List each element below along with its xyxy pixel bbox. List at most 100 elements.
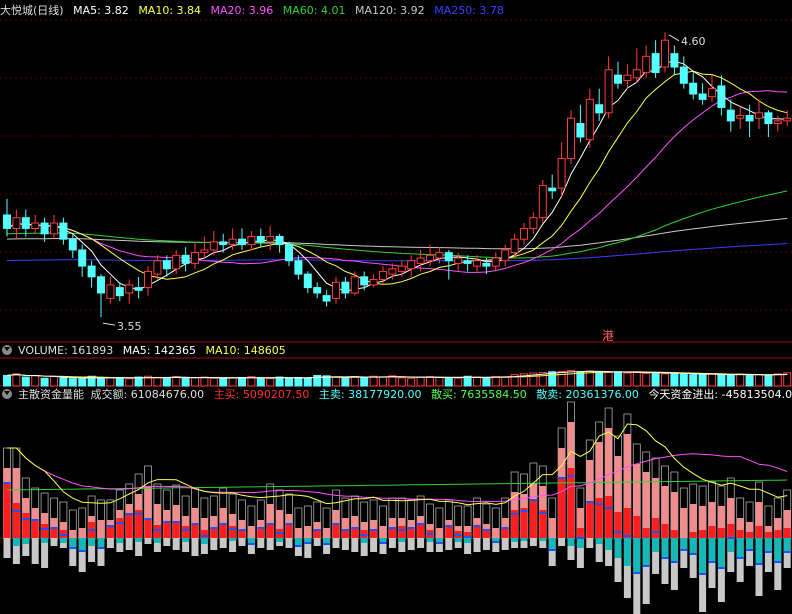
retail-sell-bar: [473, 538, 481, 552]
candle-body: [21, 217, 30, 229]
main-sell-bar: [736, 538, 744, 558]
main-sell-bar: [41, 538, 49, 543]
main-buy-bar: [652, 518, 660, 538]
net-flow-tick: [746, 549, 754, 551]
main-buy-bar: [670, 530, 678, 538]
main-sell-bar: [614, 538, 622, 558]
chevron-down-icon[interactable]: [2, 345, 12, 355]
net-flow-tick: [576, 537, 584, 539]
volume-bar: [115, 377, 124, 387]
main-sell-bar: [520, 538, 528, 541]
flow-title: 主散资金量能: [18, 388, 84, 401]
main-sell-bar: [294, 538, 302, 546]
net-flow-tick: [191, 523, 199, 525]
main-sell-bar: [689, 538, 697, 554]
net-flow-tick: [3, 482, 11, 484]
main-buy-bar: [783, 528, 791, 538]
net-flow-tick: [501, 527, 509, 529]
candle-body: [134, 287, 143, 291]
main-sell-bar: [200, 538, 208, 544]
net-flow-tick: [614, 531, 622, 533]
main-buy-bar: [125, 514, 133, 538]
main-buy-bar: [332, 524, 340, 538]
main-buy-bar: [755, 526, 763, 538]
net-flow-tick: [454, 534, 462, 536]
candle-body: [679, 66, 688, 84]
volume-bar: [341, 377, 350, 387]
main-buy-bar: [388, 528, 396, 538]
main-buy-bar: [586, 502, 594, 538]
volume-bar: [31, 375, 40, 387]
chevron-down-icon[interactable]: [2, 389, 12, 399]
main-buy-bar: [520, 508, 528, 538]
candle-body: [332, 281, 340, 299]
volume-bar: [360, 376, 369, 387]
net-flow-tick: [351, 527, 359, 529]
main-buy-bar: [182, 526, 190, 538]
candle-body: [50, 222, 58, 235]
net-flow-tick: [633, 572, 641, 574]
candle-body: [256, 236, 265, 243]
volume-bar: [3, 374, 11, 387]
net-flow-tick: [539, 512, 547, 514]
main-buy-bar: [313, 530, 321, 538]
ma5-line: [6, 60, 788, 292]
candle-body: [623, 74, 632, 82]
candle-body: [125, 284, 134, 294]
volume-bar: [303, 377, 312, 387]
main-sell-bar: [727, 538, 735, 552]
volume-bar: [68, 378, 77, 387]
net-flow-tick: [97, 547, 105, 549]
main-sell-bar: [661, 538, 669, 558]
volume-bar: [397, 377, 406, 387]
main-buy-bar: [191, 524, 199, 538]
candle-body: [275, 236, 284, 246]
main-sell-bar: [97, 538, 105, 548]
main-buy-bar: [746, 532, 754, 538]
candle-body: [40, 222, 49, 235]
net-flow-tick: [680, 549, 688, 551]
retail-sell-bar: [341, 538, 349, 550]
main-sell-bar: [595, 538, 603, 544]
retail-sell-bar: [163, 538, 171, 546]
net-flow-tick: [652, 531, 660, 533]
net-flow-tick: [219, 523, 227, 525]
main-sell-bar: [717, 538, 725, 568]
net-flow-tick: [407, 527, 415, 529]
ma60-label: MA60: 4.01: [282, 4, 346, 17]
main-sell-bar: [182, 538, 190, 542]
main-buy-bar: [3, 483, 11, 538]
net-flow-tick: [661, 557, 669, 559]
candle-body: [510, 238, 519, 254]
main-buy-bar: [605, 496, 613, 538]
retail-buy-bar: [78, 528, 86, 538]
main-buy-bar: [417, 524, 425, 538]
volume-bar: [21, 376, 30, 387]
net-flow-tick: [116, 522, 124, 524]
volume-bar: [50, 376, 58, 387]
retail-sell-bar: [558, 538, 566, 546]
retail-sell-bar: [445, 538, 453, 550]
flow-ma20-line: [7, 447, 788, 503]
retail-sell-bar: [191, 538, 199, 556]
main-buy-bar: [257, 528, 265, 538]
ma20-label: MA20: 3.96: [210, 4, 274, 17]
volume-bar: [567, 370, 575, 387]
net-flow-tick: [238, 529, 246, 531]
candle-body: [313, 287, 322, 294]
net-flow-tick: [435, 542, 443, 544]
main-buy-bar: [398, 526, 406, 538]
main-sell-bar: [708, 538, 716, 562]
candle-body: [529, 217, 538, 229]
candle-body: [708, 88, 716, 98]
net-flow-tick: [511, 513, 519, 515]
main-buy-bar: [144, 519, 152, 538]
ma120-label: MA120: 3.92: [354, 4, 425, 17]
volume-bar: [162, 377, 171, 387]
net-flow-tick: [135, 513, 143, 515]
retail-sell-label: 散卖: 20361376.00: [536, 388, 639, 401]
net-flow-tick: [727, 537, 735, 539]
stock-title[interactable]: 大悦城(日线): [0, 4, 64, 17]
main-sell-bar: [670, 538, 678, 562]
candle-body: [181, 254, 190, 264]
